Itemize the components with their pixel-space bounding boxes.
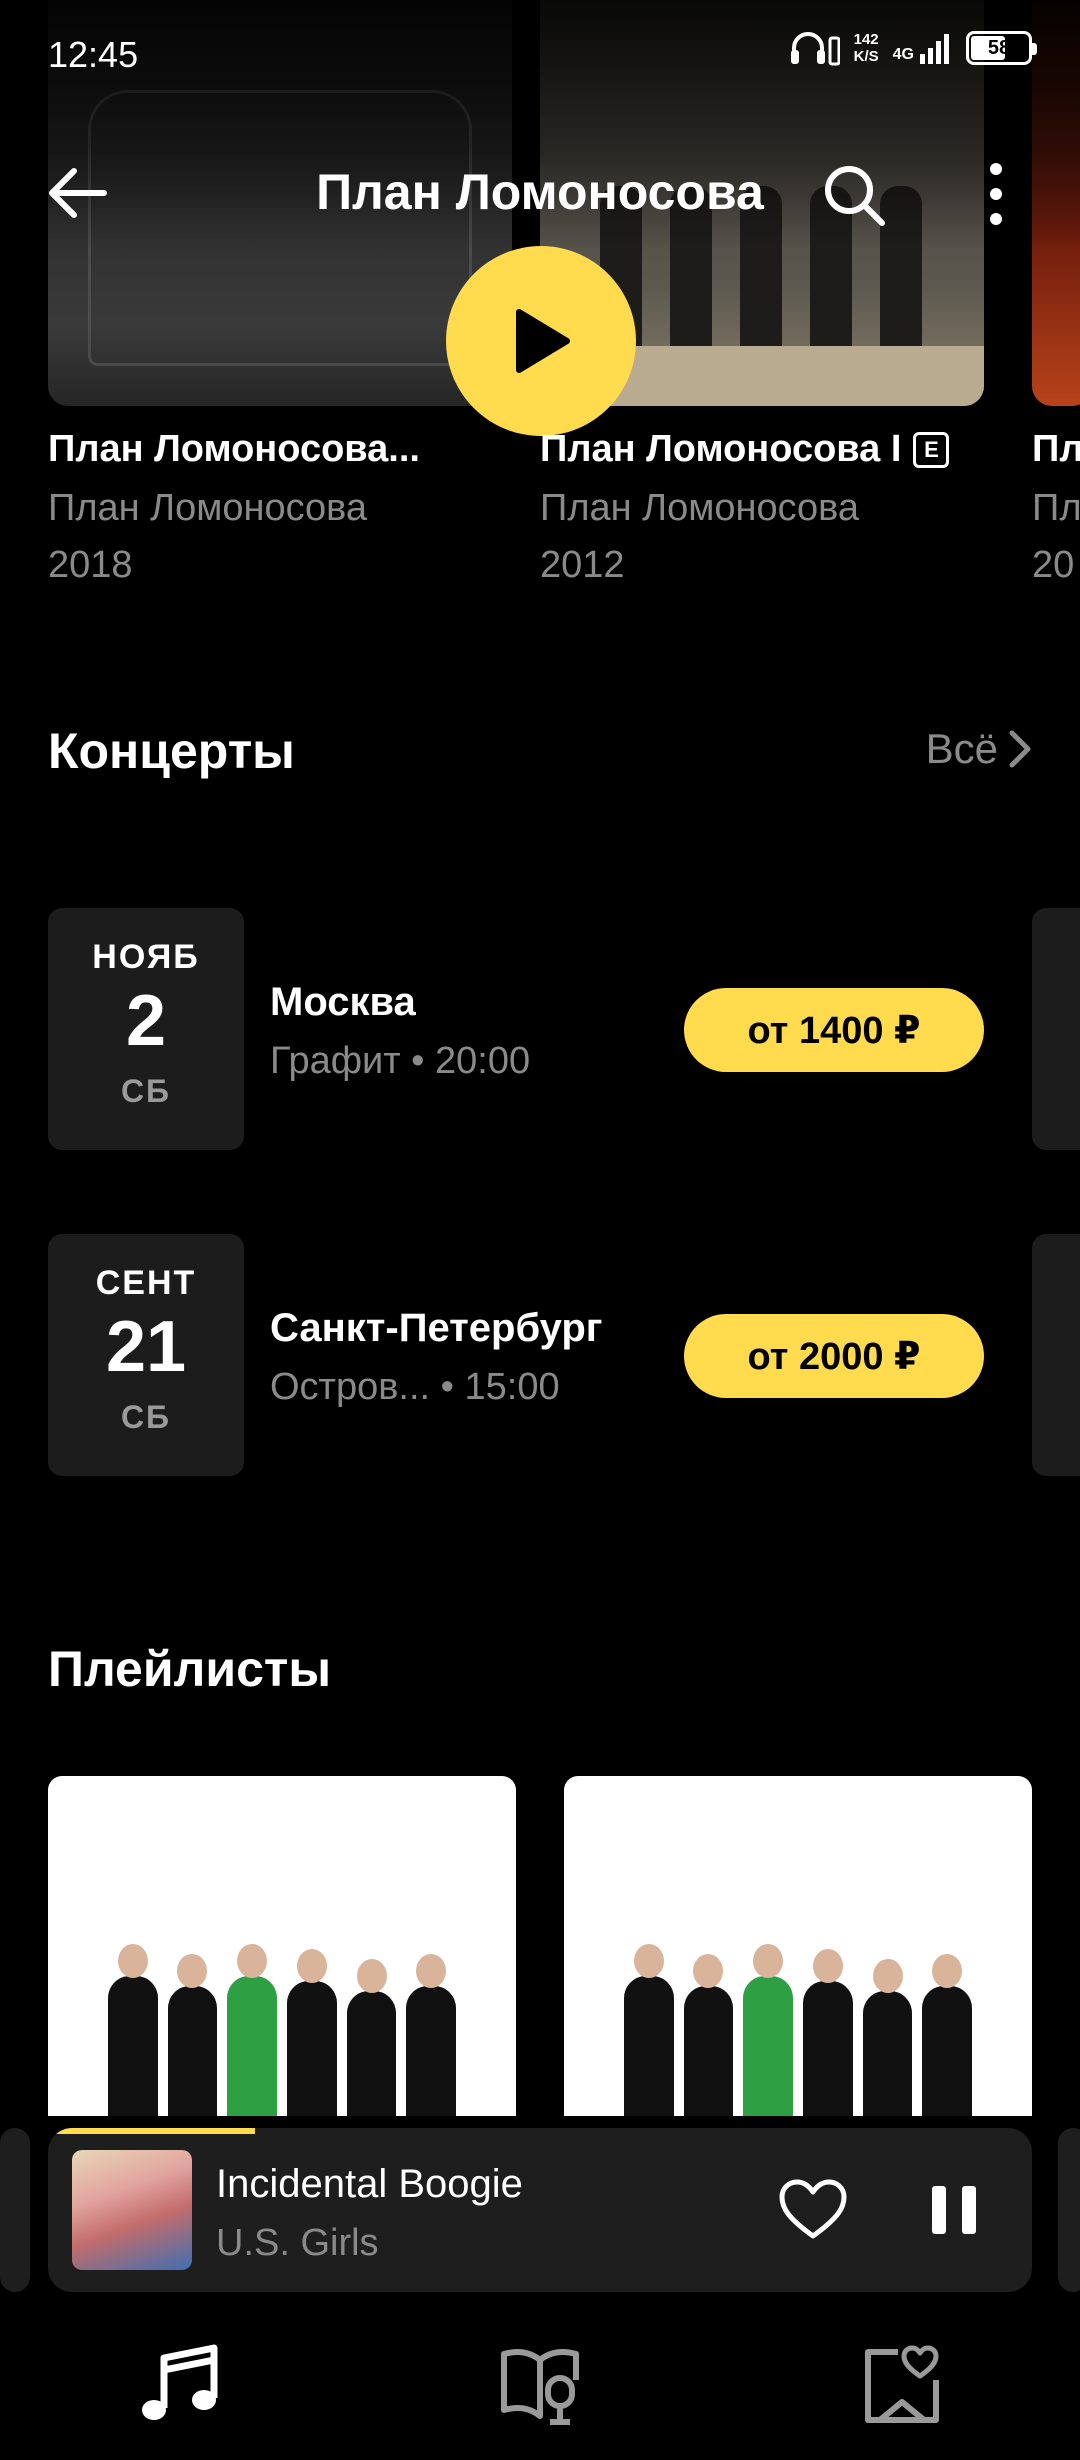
page-title: План Ломоносова — [316, 164, 764, 220]
speed-unit: K/S — [853, 48, 879, 65]
battery-icon: 58 — [966, 31, 1037, 65]
band-member — [623, 1944, 674, 2116]
concert-city: Санкт-Петербург — [270, 1306, 603, 1350]
album-title: Пл — [1032, 428, 1080, 470]
band-member-head — [932, 1954, 963, 1988]
band-member — [167, 1954, 218, 2116]
pause-icon[interactable] — [924, 2180, 984, 2240]
track-cover — [72, 2150, 192, 2270]
concert-day: 21 — [105, 1307, 187, 1387]
mini-player-peek-left — [0, 2128, 30, 2292]
track-title: Incidental Boogie — [216, 2162, 523, 2206]
concert-month: СЕНТ — [95, 1264, 197, 1302]
see-all-link[interactable]: Всё — [926, 725, 1032, 773]
concert-item-peek[interactable] — [1032, 1234, 1080, 1476]
podcasts-book-icon[interactable] — [496, 2340, 586, 2430]
album-artist: План Ломоносова — [540, 487, 860, 529]
concerts-heading: Концерты — [48, 723, 295, 779]
ticket-price-button[interactable]: от 2000 ₽ — [684, 1314, 984, 1398]
network-type: 4G — [892, 46, 914, 63]
status-bar: 12:45 142 K/S 4G 58 — [0, 0, 1080, 110]
album-item[interactable]: Пл Пл 20 — [1032, 428, 1080, 587]
more-options-icon[interactable] — [976, 159, 1016, 229]
top-bar: План Ломоносова — [0, 145, 1080, 241]
playback-progress-bar — [48, 2128, 255, 2134]
album-artist: План Ломоносова — [48, 487, 368, 529]
album-item[interactable]: План Ломоносова... План Ломоносова 2018 — [48, 428, 420, 587]
band-member-head — [872, 1959, 903, 1993]
album-title: План Ломоносова... — [48, 428, 420, 470]
album-year: 2018 — [48, 544, 133, 586]
explicit-badge: E — [913, 431, 950, 468]
play-icon — [516, 309, 570, 373]
concert-weekday: СБ — [120, 1399, 172, 1435]
signal-icon — [920, 34, 949, 64]
concert-venue: Остров... • 15:00 — [270, 1366, 560, 1408]
signal-group: 4G — [893, 32, 952, 64]
back-arrow-icon[interactable] — [48, 167, 108, 219]
band-member — [406, 1954, 457, 2116]
speed-value: 142 — [853, 31, 879, 48]
band-member-head — [633, 1944, 664, 1978]
concert-day: 2 — [125, 981, 167, 1061]
band-member — [803, 1949, 853, 2116]
network-speed: 142 K/S — [854, 31, 879, 65]
ticket-price-button[interactable]: от 1400 ₽ — [684, 988, 984, 1072]
playlist-cover-photo — [623, 1896, 973, 2116]
band-member-head — [177, 1954, 208, 1988]
album-artist: Пл — [1032, 487, 1080, 529]
bottom-navigation — [0, 2320, 1080, 2460]
band-member — [287, 1949, 337, 2116]
playlist-card[interactable] — [48, 1776, 516, 2116]
headphones-icon — [790, 32, 840, 66]
concert-weekday: СБ — [120, 1073, 172, 1109]
search-icon[interactable] — [822, 163, 886, 227]
playlist-card[interactable] — [564, 1776, 1032, 2116]
band-member-head — [296, 1949, 327, 1983]
band-member-head — [117, 1944, 148, 1978]
concert-item[interactable]: НОЯБ 2 СБ Москва Графит • 20:00 от 1400 … — [48, 908, 1048, 1150]
band-member-head — [753, 1944, 784, 1978]
concert-date: СЕНТ 21 СБ — [48, 1234, 244, 1476]
collection-heart-icon[interactable] — [858, 2340, 948, 2430]
playlist-cover-photo — [107, 1896, 457, 2116]
playlists-heading: Плейлисты — [48, 1641, 332, 1697]
band-member-head — [812, 1949, 843, 1983]
play-button[interactable] — [446, 246, 636, 436]
band-member-head — [356, 1959, 387, 1993]
artist-page: 12:45 142 K/S 4G 58 План Ломоносова План… — [0, 0, 1080, 2460]
band-member-head — [693, 1954, 724, 1988]
status-icons: 142 K/S 4G 58 — [788, 30, 1037, 66]
music-icon[interactable] — [134, 2340, 224, 2430]
battery-level: 58 — [987, 36, 1011, 59]
mini-player-peek-right — [1058, 2128, 1080, 2292]
band-member — [227, 1944, 277, 2116]
status-time: 12:45 — [48, 34, 139, 75]
see-all-label: Всё — [925, 725, 998, 772]
band-member — [922, 1954, 973, 2116]
band-member — [346, 1959, 397, 2116]
track-artist: U.S. Girls — [216, 2222, 379, 2264]
chevron-right-icon — [1009, 730, 1031, 768]
band-member — [107, 1944, 158, 2116]
concert-venue: Графит • 20:00 — [270, 1040, 531, 1082]
band-member-head — [237, 1944, 268, 1978]
band-member — [683, 1954, 734, 2116]
concert-item-peek[interactable] — [1032, 908, 1080, 1150]
album-year: 2012 — [540, 544, 625, 586]
mini-player[interactable]: Incidental Boogie U.S. Girls — [48, 2128, 1032, 2292]
heart-icon[interactable] — [778, 2178, 848, 2242]
band-member — [743, 1944, 793, 2116]
album-year: 20 — [1032, 544, 1075, 586]
album-item[interactable]: План Ломоносова I E План Ломоносова 2012 — [540, 428, 950, 587]
concert-month: НОЯБ — [92, 938, 200, 976]
concert-date: НОЯБ 2 СБ — [48, 908, 244, 1150]
album-title-row: План Ломоносова I E — [540, 428, 950, 471]
concert-city: Москва — [270, 980, 416, 1024]
band-member — [862, 1959, 913, 2116]
concert-item[interactable]: СЕНТ 21 СБ Санкт-Петербург Остров... • 1… — [48, 1234, 1048, 1476]
band-member-head — [416, 1954, 447, 1988]
album-title: План Ломоносова I — [540, 428, 902, 470]
